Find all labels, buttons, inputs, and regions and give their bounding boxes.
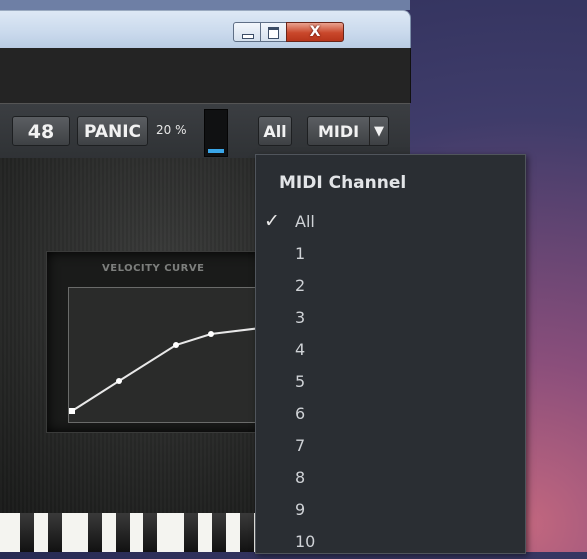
- curve-point-3[interactable]: [173, 342, 179, 348]
- piano-black-key[interactable]: [88, 513, 102, 552]
- midi-channel-menu: MIDI Channel ✓ All 1 2 3 4 5 6 7 8 9 10: [255, 154, 526, 554]
- dropdown-arrow-icon: ▼: [369, 117, 388, 145]
- window-titlebar[interactable]: X: [0, 10, 411, 49]
- velocity-curve-line: [71, 326, 269, 412]
- piano-black-key[interactable]: [212, 513, 226, 552]
- desktop-strip: [0, 0, 410, 10]
- curve-point-1[interactable]: [69, 408, 75, 414]
- menu-item-7[interactable]: 7: [256, 432, 525, 463]
- menu-item-all[interactable]: ✓ All: [256, 208, 525, 239]
- piano-black-key[interactable]: [116, 513, 130, 552]
- piano-black-key[interactable]: [240, 513, 254, 552]
- menu-item-label: 7: [295, 436, 306, 455]
- menu-item-label: 4: [295, 340, 306, 359]
- menu-item-label: 6: [295, 404, 306, 423]
- close-button[interactable]: X: [286, 22, 344, 42]
- menu-item-2[interactable]: 2: [256, 272, 525, 303]
- menu-item-label: All: [295, 212, 315, 231]
- close-icon: X: [309, 24, 321, 40]
- panic-button[interactable]: PANIC: [77, 116, 148, 146]
- curve-point-2[interactable]: [116, 378, 122, 384]
- velocity-curve-title: VELOCITY CURVE: [102, 263, 205, 274]
- menu-item-6[interactable]: 6: [256, 400, 525, 431]
- menu-item-9[interactable]: 9: [256, 496, 525, 527]
- minimize-icon: [242, 34, 254, 39]
- midi-label: MIDI: [318, 122, 360, 141]
- menu-item-3[interactable]: 3: [256, 304, 525, 335]
- cpu-meter: [204, 109, 228, 157]
- number-display[interactable]: 48: [12, 116, 70, 146]
- menu-item-label: 2: [295, 276, 306, 295]
- all-button[interactable]: All: [258, 116, 292, 146]
- menu-item-label: 9: [295, 500, 306, 519]
- maximize-button[interactable]: [260, 22, 287, 42]
- menu-header: MIDI Channel: [279, 173, 407, 193]
- piano-black-key[interactable]: [48, 513, 62, 552]
- menu-item-10[interactable]: 10: [256, 528, 525, 559]
- checkmark-icon: ✓: [264, 210, 280, 232]
- menu-item-1[interactable]: 1: [256, 240, 525, 271]
- piano-keyboard[interactable]: [0, 513, 260, 552]
- menu-item-label: 8: [295, 468, 306, 487]
- midi-button[interactable]: MIDI ▼: [307, 116, 389, 146]
- piano-black-key[interactable]: [143, 513, 157, 552]
- cpu-percent: 20 %: [156, 123, 187, 137]
- menu-item-label: 1: [295, 244, 306, 263]
- piano-black-key[interactable]: [184, 513, 198, 552]
- cpu-meter-fill: [208, 149, 224, 153]
- menu-item-label: 5: [295, 372, 306, 391]
- menu-item-label: 10: [295, 532, 316, 551]
- minimize-button[interactable]: [233, 22, 261, 42]
- menu-item-8[interactable]: 8: [256, 464, 525, 495]
- piano-black-key[interactable]: [20, 513, 34, 552]
- velocity-curve-svg: [69, 326, 269, 414]
- menu-bar: [0, 48, 411, 103]
- menu-item-4[interactable]: 4: [256, 336, 525, 367]
- menu-item-5[interactable]: 5: [256, 368, 525, 399]
- velocity-curve-graph[interactable]: [68, 287, 270, 423]
- maximize-icon: [268, 27, 279, 39]
- menu-item-label: 3: [295, 308, 306, 327]
- curve-point-4[interactable]: [208, 331, 214, 337]
